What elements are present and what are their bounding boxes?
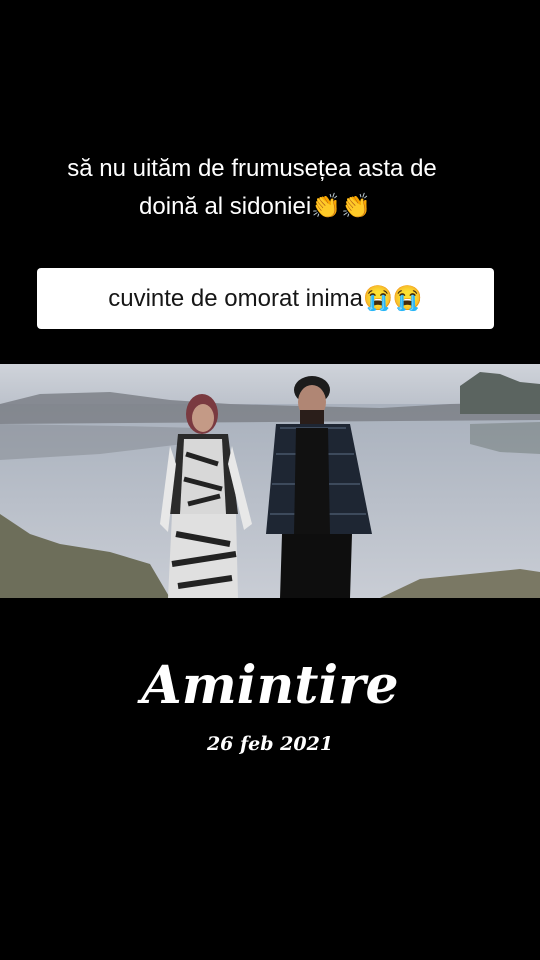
caption-line-2: doină al sidoniei👏👏 — [139, 193, 371, 220]
video-scene — [0, 364, 540, 598]
pinned-comment-bubble[interactable]: cuvinte de omorat inima😭😭 — [37, 268, 494, 329]
caption-line-1: să nu uităm de frumusețea asta de — [67, 155, 437, 182]
memory-date: 26 feb 2021 — [206, 733, 334, 755]
memory-title: Amintire — [141, 655, 399, 716]
comment-text: cuvinte de omorat inima😭😭 — [108, 285, 423, 312]
video-frame[interactable] — [0, 364, 540, 598]
video-caption: să nu uităm de frumusețea asta de doină … — [0, 150, 540, 226]
